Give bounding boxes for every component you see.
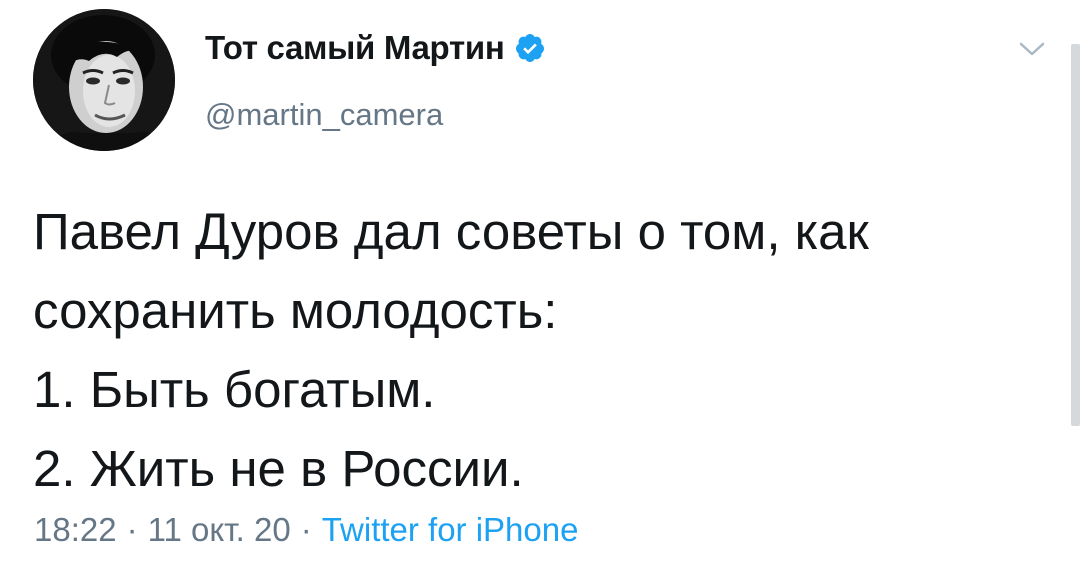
tweet-text-line: Павел Дуров дал советы о том, как bbox=[33, 203, 869, 260]
author-handle[interactable]: @martin_camera bbox=[205, 97, 443, 133]
avatar[interactable] bbox=[33, 9, 175, 151]
tweet-date[interactable]: 11 окт. 20 bbox=[148, 511, 291, 549]
meta-separator: · bbox=[300, 511, 312, 548]
verified-badge-icon bbox=[516, 34, 545, 62]
scrollbar[interactable] bbox=[1071, 44, 1080, 426]
tweet-text-line: сохранить молодость: bbox=[33, 282, 558, 339]
meta-separator: · bbox=[126, 511, 138, 548]
author-name-row[interactable]: Тот самый Мартин bbox=[205, 28, 546, 68]
tweet-source-link[interactable]: Twitter for iPhone bbox=[322, 511, 579, 549]
tweet-meta: 18:22 · 11 окт. 20 · Twitter for iPhone bbox=[34, 511, 578, 549]
tweet-text-line: 2. Жить не в России. bbox=[33, 440, 524, 497]
display-name[interactable]: Тот самый Мартин bbox=[205, 29, 505, 67]
tweet-text-line: 1. Быть богатым. bbox=[33, 361, 436, 418]
chevron-down-icon[interactable] bbox=[1017, 39, 1047, 59]
avatar-photo-icon bbox=[33, 9, 175, 151]
tweet-time[interactable]: 18:22 bbox=[34, 511, 117, 549]
tweet-text: Павел Дуров дал советы о том, как сохран… bbox=[33, 192, 1033, 508]
tweet-card: Тот самый Мартин @martin_camera Павел Ду… bbox=[0, 0, 1080, 571]
